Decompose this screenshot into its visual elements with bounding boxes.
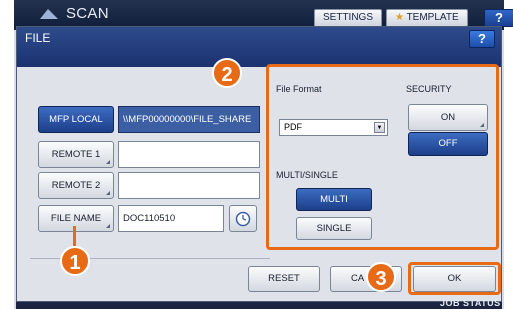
job-status-button[interactable]: JOB STATUS	[440, 298, 501, 308]
remote1-label: REMOTE 1	[51, 149, 101, 160]
dialog-title-bar: FILE ?	[17, 27, 501, 67]
file-format-label: File Format	[276, 84, 322, 94]
remote2-field[interactable]	[118, 172, 260, 199]
date-time-button[interactable]	[229, 205, 257, 232]
mfp-local-path-field: \\MFP00000000\FILE_SHARE	[118, 106, 260, 133]
callout-badge-2: 2	[212, 58, 242, 88]
security-label: SECURITY	[406, 84, 452, 94]
corner-arrow-icon	[480, 123, 484, 127]
star-icon: ★	[395, 12, 404, 23]
ok-highlight-frame	[408, 262, 501, 295]
remote2-label: REMOTE 2	[51, 180, 101, 191]
file-name-field[interactable]: DOC110510	[118, 205, 224, 232]
security-on-button[interactable]: ON	[408, 104, 488, 131]
app-title: SCAN	[66, 5, 109, 22]
reset-button[interactable]: RESET	[248, 266, 320, 292]
callout-badge-1: 1	[60, 246, 90, 276]
corner-arrow-icon	[106, 224, 110, 228]
settings-button[interactable]: SETTINGS	[314, 9, 383, 27]
dialog-help-button[interactable]: ?	[469, 30, 495, 48]
remote2-button[interactable]: REMOTE 2	[38, 172, 114, 199]
security-off-button[interactable]: OFF	[408, 132, 488, 156]
multi-button[interactable]: MULTI	[296, 188, 372, 211]
file-name-label: FILE NAME	[50, 213, 102, 224]
on-label: ON	[440, 112, 456, 123]
scan-icon	[40, 9, 58, 19]
app-help-button[interactable]: ?	[484, 9, 513, 27]
corner-arrow-icon	[106, 160, 110, 164]
dialog-title: FILE	[25, 31, 51, 45]
clock-icon	[235, 211, 251, 227]
template-label: TEMPLATE	[406, 12, 459, 23]
single-button[interactable]: SINGLE	[296, 217, 372, 240]
callout-pointer	[73, 226, 76, 246]
file-format-value: PDF	[284, 122, 302, 132]
corner-arrow-icon	[106, 191, 110, 195]
remote1-button[interactable]: REMOTE 1	[38, 141, 114, 168]
file-name-button[interactable]: FILE NAME	[38, 205, 114, 232]
multi-single-label: MULTI/SINGLE	[276, 170, 338, 180]
template-button[interactable]: ★ TEMPLATE	[386, 9, 468, 27]
dropdown-arrow-icon: ▼	[374, 122, 385, 133]
remote1-field[interactable]	[118, 141, 260, 168]
mfp-local-button[interactable]: MFP LOCAL	[38, 106, 114, 133]
file-format-select[interactable]: PDF ▼	[279, 119, 388, 136]
bottom-status-strip	[16, 302, 502, 309]
callout-badge-3: 3	[366, 262, 396, 292]
